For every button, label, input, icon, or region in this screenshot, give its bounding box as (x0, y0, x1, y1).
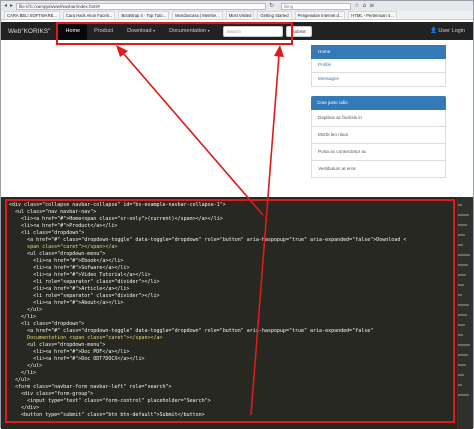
minimap-mark (458, 324, 465, 326)
annotation-arrows (116, 45, 284, 416)
minimap-mark (458, 334, 463, 336)
minimap-mark (458, 274, 466, 276)
arrow-line-right (250, 54, 280, 416)
minimap-mark (458, 344, 470, 346)
minimap-mark (458, 284, 464, 286)
minimap-mark (458, 314, 467, 316)
minimap-mark (458, 384, 462, 386)
minimap-mark (458, 214, 469, 216)
minimap-mark (458, 354, 468, 356)
minimap-mark (458, 304, 469, 306)
minimap-mark (458, 224, 467, 226)
minimap-mark (458, 374, 464, 376)
arrow-head-right (274, 45, 284, 57)
minimap-mark (458, 204, 462, 206)
minimap-mark (458, 264, 468, 266)
arrow-line-left (122, 52, 264, 216)
minimap-mark (458, 394, 469, 396)
minimap-mark (458, 234, 465, 236)
minimap-mark (458, 364, 466, 366)
arrow-head-left (116, 45, 128, 57)
minimap-mark (458, 254, 470, 256)
minimap-mark (458, 294, 462, 296)
browser-window: ◂ ▸ file:///C:/xampp/www/Navbar/index.ht… (0, 0, 474, 429)
minimap-mark (458, 244, 463, 246)
